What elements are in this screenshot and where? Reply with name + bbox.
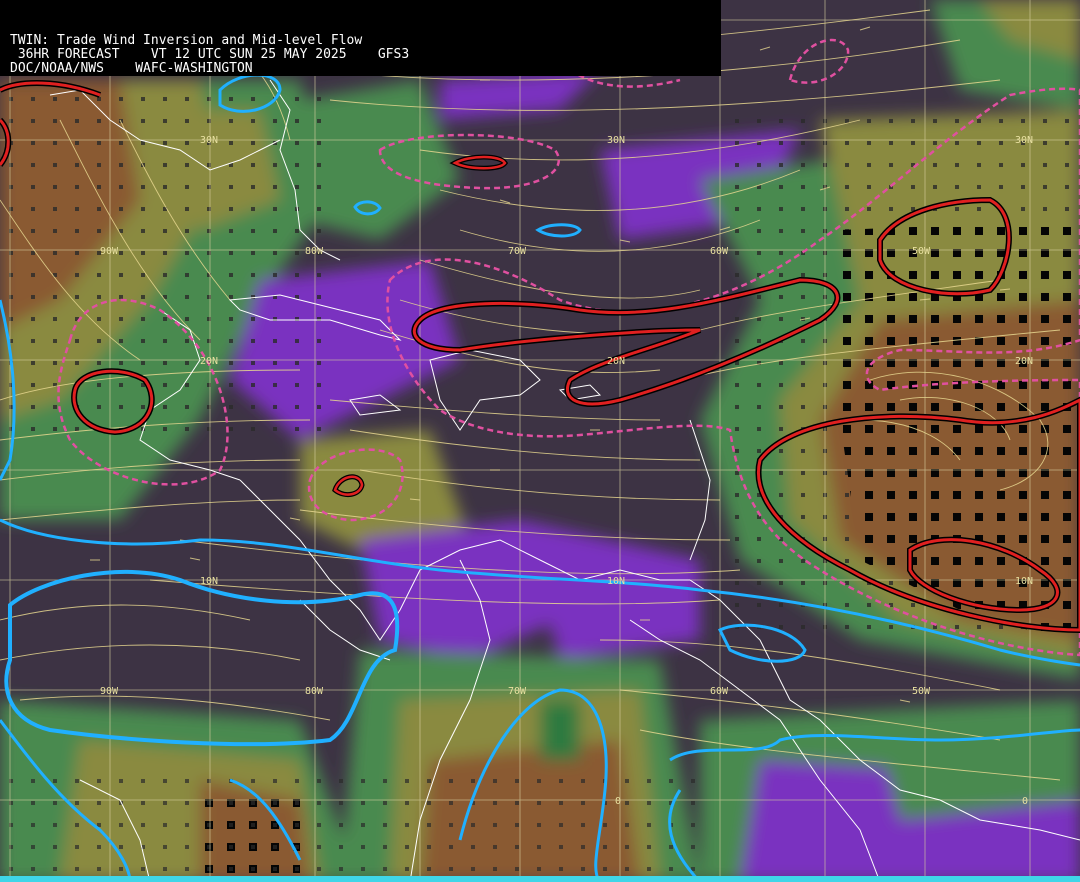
lat-label: 20N bbox=[1015, 356, 1033, 367]
lat-label: 20N bbox=[607, 356, 625, 367]
title-header: TWIN: Trade Wind Inversion and Mid-level… bbox=[0, 0, 721, 76]
lat-label: 10N bbox=[1015, 576, 1033, 587]
lat-label: 20N bbox=[200, 356, 218, 367]
lat-label: 30N bbox=[1015, 135, 1033, 146]
lat-label: 10N bbox=[607, 576, 625, 587]
map-canvas: 30N 30N 30N 20N 20N 20N 10N 10N 10N 0 0 … bbox=[0, 0, 1080, 882]
map-title: TWIN: Trade Wind Inversion and Mid-level… bbox=[10, 33, 363, 48]
bottom-border bbox=[0, 876, 1080, 882]
lat-label: 0 bbox=[1022, 796, 1028, 807]
lon-label: 60W bbox=[710, 246, 729, 257]
lon-label: 50W bbox=[912, 686, 931, 697]
lon-label: 50W bbox=[912, 246, 931, 257]
lon-label: 80W bbox=[305, 246, 324, 257]
lon-label: 70W bbox=[508, 246, 527, 257]
forecast-valid-time: 36HR FORECAST VT 12 UTC SUN 25 MAY 2025 … bbox=[10, 47, 410, 62]
lon-label: 80W bbox=[305, 686, 324, 697]
issuing-agency: DOC/NOAA/NWS WAFC-WASHINGTON bbox=[10, 61, 253, 76]
lon-label: 90W bbox=[100, 246, 119, 257]
lon-label: 90W bbox=[100, 686, 119, 697]
weather-map: 30N 30N 30N 20N 20N 20N 10N 10N 10N 0 0 … bbox=[0, 0, 1080, 882]
lon-label: 60W bbox=[710, 686, 729, 697]
lat-label: 30N bbox=[607, 135, 625, 146]
lat-label: 30N bbox=[200, 135, 218, 146]
lat-label: 0 bbox=[615, 796, 621, 807]
lon-label: 70W bbox=[508, 686, 527, 697]
lat-label: 10N bbox=[200, 576, 218, 587]
